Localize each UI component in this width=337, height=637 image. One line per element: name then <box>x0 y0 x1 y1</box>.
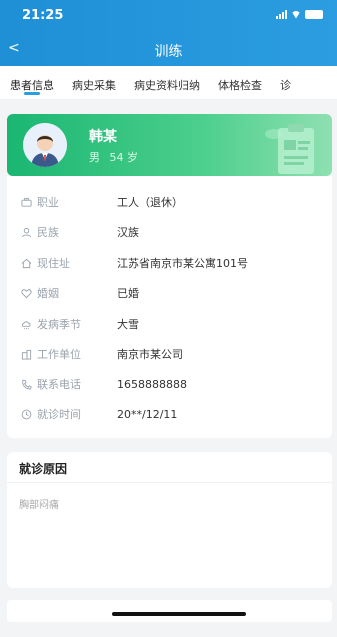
patient-info-card: 职业 工人（退休） 民族 汉族 现住址 江苏省南京市某公寓101号 婚姻 已婚 … <box>7 176 332 438</box>
tab-physical-exam[interactable]: 体格检查 <box>218 66 262 99</box>
info-row-address: 现住址 江苏省南京市某公寓101号 <box>21 255 248 271</box>
info-value: 已婚 <box>117 287 139 300</box>
tab-history-collection[interactable]: 病史采集 <box>72 66 116 99</box>
divider <box>7 482 332 483</box>
building-icon <box>21 349 32 360</box>
info-row-marital: 婚姻 已婚 <box>21 285 139 301</box>
clock-icon <box>21 409 32 419</box>
app-header: 21:25 < 训练 <box>0 0 337 66</box>
visit-reason-text: 胸部闷痛 <box>19 500 59 511</box>
avatar <box>23 123 67 167</box>
info-value: 南京市某公司 <box>117 348 183 361</box>
info-row-ethnicity: 民族 汉族 <box>21 224 139 240</box>
bottom-bar <box>7 600 332 622</box>
person-icon <box>21 227 32 237</box>
visit-reason-title: 就诊原因 <box>19 462 68 476</box>
info-label: 职业 <box>37 196 59 209</box>
info-row-visit-time: 就诊时间 20**/12/11 <box>21 406 177 422</box>
info-label: 民族 <box>37 226 59 239</box>
info-label: 发病季节 <box>37 318 81 331</box>
status-time: 21:25 <box>22 8 64 23</box>
info-value: 大雪 <box>117 318 139 331</box>
info-label: 现住址 <box>37 257 70 270</box>
clipboard-decoration-icon <box>265 124 314 174</box>
info-value: 1658888888 <box>117 377 187 391</box>
patient-name: 韩某 <box>89 129 117 145</box>
phone-icon <box>22 379 32 390</box>
info-label: 婚姻 <box>37 287 59 300</box>
page-title: 训练 <box>154 44 183 60</box>
info-row-workplace: 工作单位 南京市某公司 <box>21 346 183 362</box>
tab-history-summary[interactable]: 病史资料归纳 <box>134 66 200 99</box>
patient-age: 54 岁 <box>109 151 139 164</box>
tab-bar: 患者信息 病史采集 病史资料归纳 体格检查 诊 <box>0 66 337 100</box>
status-icons <box>276 10 323 19</box>
briefcase-icon <box>21 197 32 207</box>
heart-icon <box>21 288 32 298</box>
info-value: 工人（退休） <box>117 196 183 209</box>
info-row-phone: 联系电话 1658888888 <box>21 376 187 392</box>
patient-profile-card: 韩某 男 54 岁 <box>7 114 332 176</box>
info-value: 20**/12/11 <box>117 407 178 421</box>
weather-icon <box>21 320 31 329</box>
battery-icon <box>305 10 323 19</box>
visit-reason-card: 就诊原因 胸部闷痛 <box>7 452 332 588</box>
info-label: 工作单位 <box>37 348 81 361</box>
tab-patient-info[interactable]: 患者信息 <box>10 66 54 99</box>
patient-meta: 男 54 岁 <box>89 149 144 165</box>
info-row-season: 发病季节 大雪 <box>21 316 139 332</box>
info-row-occupation: 职业 工人（退休） <box>21 194 183 210</box>
wifi-icon <box>291 10 301 19</box>
info-label: 就诊时间 <box>37 408 81 421</box>
info-label: 联系电话 <box>37 378 81 391</box>
home-indicator[interactable] <box>112 612 246 616</box>
signal-icon <box>276 10 287 19</box>
patient-gender: 男 <box>89 151 100 164</box>
info-value: 江苏省南京市某公寓101号 <box>117 257 248 270</box>
tab-diagnosis[interactable]: 诊 <box>280 66 291 99</box>
info-value: 汉族 <box>117 226 139 239</box>
home-icon <box>21 258 32 268</box>
